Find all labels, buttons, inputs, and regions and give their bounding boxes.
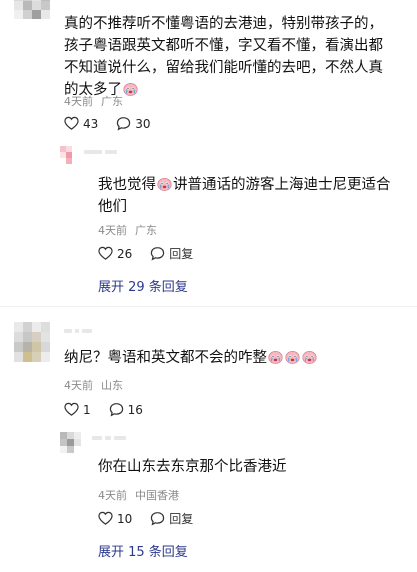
crying-face-icon [268, 350, 283, 364]
reply-count: 16 [127, 402, 143, 417]
comment-text-content: 纳尼？粤语和英文都不会的咋整 [64, 350, 267, 366]
reply-button[interactable]: 回复 [150, 245, 193, 262]
location: 中国香港 [135, 489, 179, 502]
reply-count-button[interactable]: 30 [116, 116, 151, 131]
reply-text-part: 我也觉得 [98, 177, 156, 193]
avatar[interactable] [14, 0, 50, 20]
reply-actions: 10 回复 [98, 510, 211, 527]
reply-meta: 4天前 中国香港 [98, 487, 179, 503]
expand-replies-link[interactable]: 展开 29 条回复 [98, 276, 188, 295]
comment-actions: 1 16 [64, 402, 161, 417]
like-count: 26 [117, 246, 133, 261]
location: 广东 [135, 224, 157, 237]
heart-icon [64, 402, 79, 417]
comment-bubble-icon [150, 246, 165, 261]
reply-count: 30 [135, 116, 151, 131]
heart-icon [64, 116, 79, 131]
timestamp: 4天前 [98, 489, 127, 502]
heart-icon [98, 511, 113, 526]
reply-button[interactable]: 回复 [150, 510, 193, 527]
username[interactable] [64, 329, 92, 333]
timestamp: 4天前 [98, 224, 127, 237]
comment-bubble-icon [150, 511, 165, 526]
like-button[interactable]: 10 [98, 511, 132, 526]
reply-text: 我也觉得 讲普通话的游客上海迪士尼更适合他们 [98, 174, 400, 218]
avatar[interactable] [60, 432, 81, 453]
avatar[interactable] [60, 146, 78, 164]
timestamp: 4天前 [64, 95, 93, 108]
crying-face-icon [157, 177, 172, 191]
reply-text: 你在山东去东京那个比香港近 [98, 456, 400, 478]
location: 广东 [101, 95, 123, 108]
like-count: 10 [117, 511, 133, 526]
crying-face-icon [285, 350, 300, 364]
expand-replies-link[interactable]: 展开 15 条回复 [98, 541, 188, 560]
reply-actions: 26 回复 [98, 245, 211, 262]
avatar[interactable] [14, 322, 50, 362]
like-button[interactable]: 1 [64, 402, 91, 417]
comment-bubble-icon [116, 116, 131, 131]
reply-label: 回复 [169, 247, 194, 261]
crying-face-icon [302, 350, 317, 364]
heart-icon [98, 246, 113, 261]
username[interactable] [84, 150, 117, 154]
reply-label: 回复 [169, 512, 194, 526]
like-button[interactable]: 26 [98, 246, 132, 261]
comment-text-content: 真的不推荐听不懂粤语的去港迪，特别带孩子的，孩子粤语跟英文都听不懂，字又看不懂，… [64, 16, 383, 98]
crying-face-icon [123, 82, 138, 96]
divider [0, 306, 417, 307]
comment-bubble-icon [109, 402, 124, 417]
comment-text: 纳尼？粤语和英文都不会的咋整 [64, 347, 394, 369]
comment-actions: 43 30 [64, 116, 169, 131]
username[interactable] [92, 436, 126, 440]
timestamp: 4天前 [64, 379, 93, 392]
like-count: 43 [83, 116, 99, 131]
comment-meta: 4天前 广东 [64, 93, 123, 109]
comment-text: 真的不推荐听不懂粤语的去港迪，特别带孩子的，孩子粤语跟英文都听不懂，字又看不懂，… [64, 13, 394, 101]
like-button[interactable]: 43 [64, 116, 98, 131]
reply-meta: 4天前 广东 [98, 222, 157, 238]
reply-count-button[interactable]: 16 [109, 402, 143, 417]
reply-text-content: 你在山东去东京那个比香港近 [98, 459, 287, 475]
comment-meta: 4天前 山东 [64, 377, 123, 393]
location: 山东 [101, 379, 123, 392]
like-count: 1 [83, 402, 91, 417]
